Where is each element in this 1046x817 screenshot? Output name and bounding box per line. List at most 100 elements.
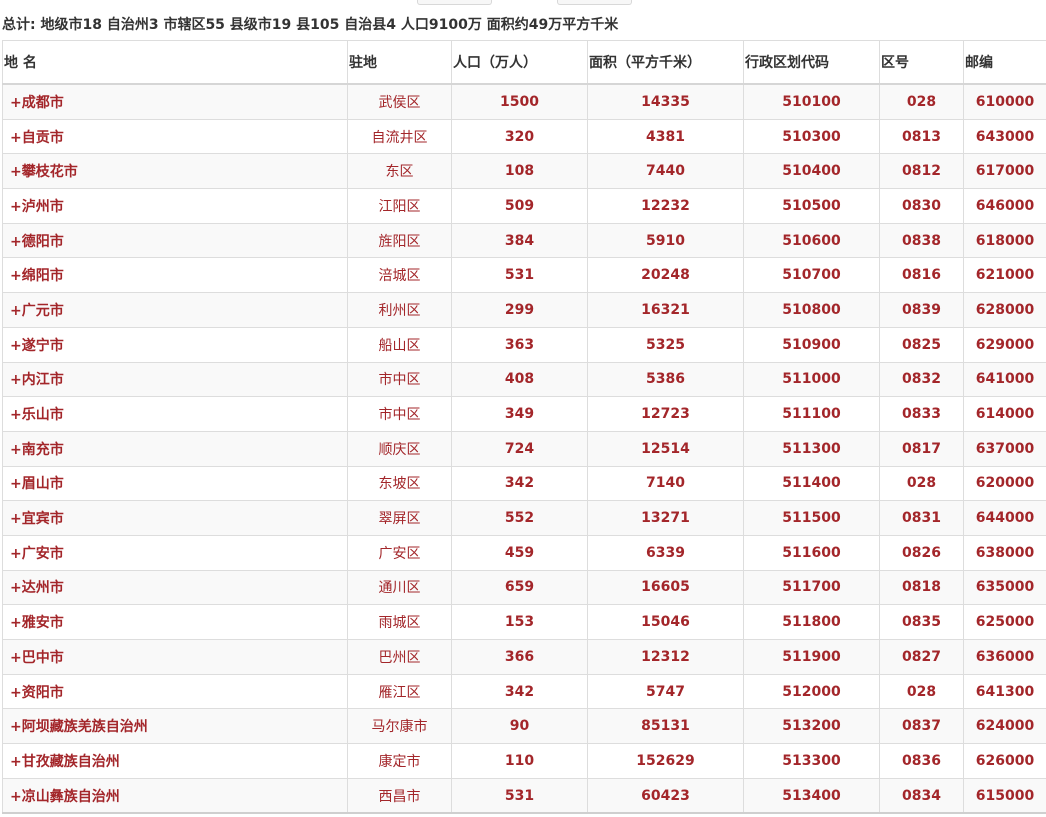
cell-seat: 马尔康市 [347, 708, 452, 745]
summary-line: 总计: 地级市18 自治州3 市辖区55 县级市19 县105 自治县4 人口9… [2, 17, 619, 33]
cell-seat: 市中区 [347, 396, 452, 432]
region-name-link[interactable]: +阿坝藏族羌族自治州 [10, 719, 148, 735]
region-name-link[interactable]: +德阳市 [10, 234, 64, 250]
cell-admin-code: 511900 [743, 639, 880, 675]
cell-seat: 涪城区 [347, 257, 452, 294]
cell-seat: 翠屏区 [347, 500, 452, 536]
cell-area: 5386 [587, 361, 744, 398]
cell-postcode: 620000 [963, 465, 1046, 502]
region-name-link[interactable]: +资阳市 [10, 685, 64, 701]
cell-admin-code: 510300 [743, 118, 880, 155]
cell-population: 659 [451, 569, 588, 606]
region-name-link[interactable]: +内江市 [10, 372, 64, 388]
table-row: +宜宾市 翠屏区 552 13271 511500 0831 644000 [2, 500, 1046, 536]
cell-name: +凉山彝族自治州 [2, 777, 348, 815]
region-name-link[interactable]: +攀枝花市 [10, 164, 78, 180]
cell-postcode: 636000 [963, 639, 1046, 675]
cell-postcode: 610000 [963, 83, 1046, 120]
region-name-link[interactable]: +泸州市 [10, 199, 64, 215]
cell-seat: 东坡区 [347, 465, 452, 502]
table-row: +成都市 武侯区 1500 14335 510100 028 610000 [2, 83, 1046, 120]
cell-postcode: 625000 [963, 604, 1046, 640]
cell-area: 85131 [587, 708, 744, 745]
region-name-link[interactable]: +遂宁市 [10, 338, 64, 354]
cell-area: 12312 [587, 639, 744, 675]
cell-seat: 雨城区 [347, 604, 452, 640]
region-name-link[interactable]: +巴中市 [10, 650, 64, 666]
cell-admin-code: 511100 [743, 396, 880, 432]
cell-area: 12232 [587, 188, 744, 224]
cell-population: 342 [451, 673, 588, 710]
cell-area-code: 0812 [879, 153, 964, 190]
cell-postcode: 618000 [963, 222, 1046, 259]
region-name-link[interactable]: +甘孜藏族自治州 [10, 754, 120, 770]
cell-seat: 市中区 [347, 361, 452, 398]
cell-name: +甘孜藏族自治州 [2, 743, 348, 779]
cell-postcode: 628000 [963, 292, 1046, 328]
cell-seat: 广安区 [347, 534, 452, 571]
region-name-link[interactable]: +眉山市 [10, 476, 64, 492]
region-name-link[interactable]: +达州市 [10, 580, 64, 596]
cell-area-code: 0837 [879, 708, 964, 745]
cell-area: 12514 [587, 430, 744, 467]
cell-admin-code: 510900 [743, 326, 880, 363]
cell-area-code: 0827 [879, 639, 964, 675]
cell-postcode: 626000 [963, 743, 1046, 779]
cell-area: 14335 [587, 83, 744, 120]
table-row: +德阳市 旌阳区 384 5910 510600 0838 618000 [2, 222, 1046, 259]
region-name-link[interactable]: +乐山市 [10, 407, 64, 423]
cell-area-code: 0836 [879, 743, 964, 779]
cell-admin-code: 510600 [743, 222, 880, 259]
cell-seat: 武侯区 [347, 83, 452, 120]
cell-name: +乐山市 [2, 396, 348, 432]
cell-seat: 利州区 [347, 292, 452, 328]
cell-admin-code: 513200 [743, 708, 880, 745]
cell-postcode: 635000 [963, 569, 1046, 606]
region-name-link[interactable]: +凉山彝族自治州 [10, 789, 120, 805]
cell-admin-code: 513400 [743, 777, 880, 815]
cell-seat: 巴州区 [347, 639, 452, 675]
cell-population: 531 [451, 257, 588, 294]
region-name-link[interactable]: +南充市 [10, 442, 64, 458]
cell-seat: 旌阳区 [347, 222, 452, 259]
cell-admin-code: 512000 [743, 673, 880, 710]
cell-postcode: 641300 [963, 673, 1046, 710]
cell-population: 349 [451, 396, 588, 432]
cell-admin-code: 510400 [743, 153, 880, 190]
cell-admin-code: 510500 [743, 188, 880, 224]
table-row: +攀枝花市 东区 108 7440 510400 0812 617000 [2, 153, 1046, 190]
cell-name: +德阳市 [2, 222, 348, 259]
cell-area-code: 0818 [879, 569, 964, 606]
region-name-link[interactable]: +雅安市 [10, 615, 64, 631]
region-name-link[interactable]: +成都市 [10, 95, 64, 111]
cell-admin-code: 511700 [743, 569, 880, 606]
region-name-link[interactable]: +自贡市 [10, 130, 64, 146]
cell-population: 1500 [451, 83, 588, 120]
region-name-link[interactable]: +宜宾市 [10, 511, 64, 527]
cell-area-code: 0839 [879, 292, 964, 328]
cell-area: 4381 [587, 118, 744, 155]
cell-admin-code: 510100 [743, 83, 880, 120]
cell-area: 13271 [587, 500, 744, 536]
cell-name: +巴中市 [2, 639, 348, 675]
regions-table: 地 名 驻地 人口（万人） 面积（平方千米） 行政区划代码 区号 邮编 +成都市… [2, 40, 1046, 815]
cell-postcode: 615000 [963, 777, 1046, 815]
cell-seat: 通川区 [347, 569, 452, 606]
cell-population: 509 [451, 188, 588, 224]
region-name-link[interactable]: +广安市 [10, 546, 64, 562]
cell-population: 110 [451, 743, 588, 779]
cell-population: 363 [451, 326, 588, 363]
cell-area: 16605 [587, 569, 744, 606]
cell-area-code: 028 [879, 465, 964, 502]
region-name-link[interactable]: +绵阳市 [10, 268, 64, 284]
cell-area-code: 0834 [879, 777, 964, 815]
cell-area-code: 0830 [879, 188, 964, 224]
table-row: +达州市 通川区 659 16605 511700 0818 635000 [2, 569, 1046, 606]
cell-seat: 船山区 [347, 326, 452, 363]
cell-population: 459 [451, 534, 588, 571]
cell-seat: 顺庆区 [347, 430, 452, 467]
cell-area: 20248 [587, 257, 744, 294]
cell-name: +南充市 [2, 430, 348, 467]
cell-population: 342 [451, 465, 588, 502]
region-name-link[interactable]: +广元市 [10, 303, 64, 319]
